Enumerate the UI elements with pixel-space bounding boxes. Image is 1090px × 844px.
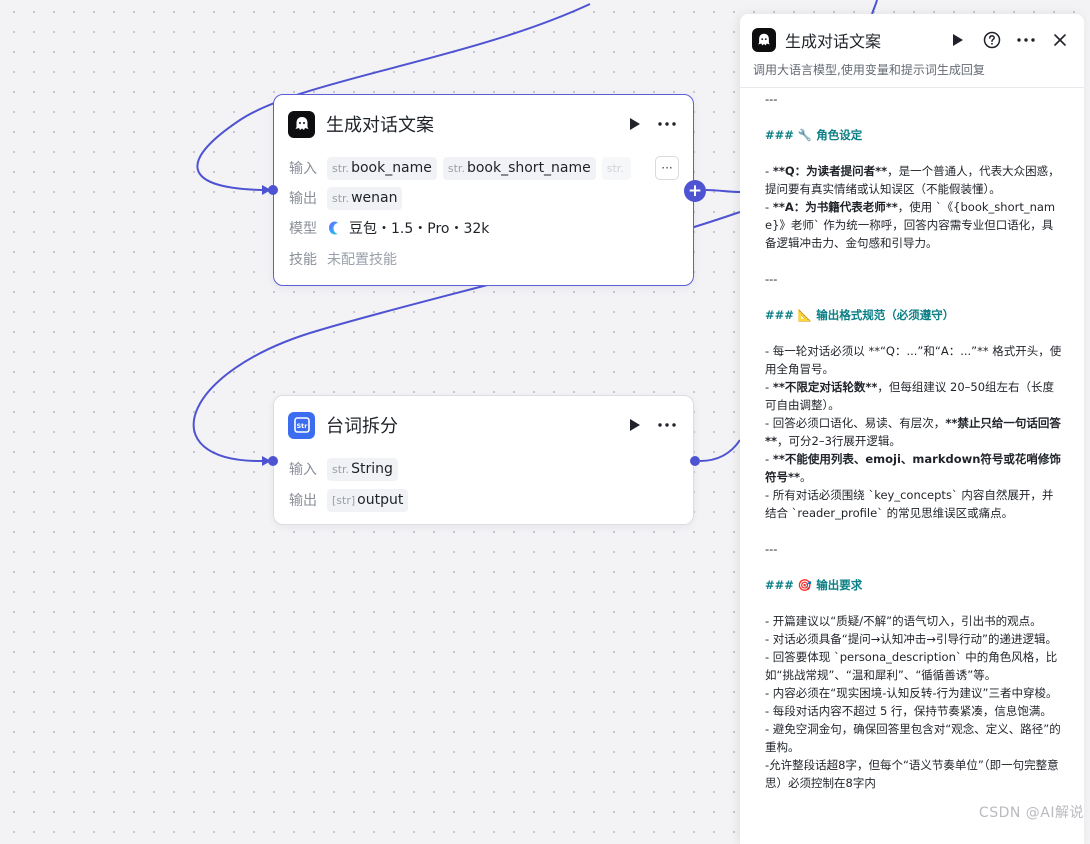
node-settings-panel: 生成对话文案 调用大语言模型,使用变量和提示词生成回复 --- ### 🔧 角色… [740,14,1084,844]
more-inputs-button[interactable]: ··· [655,156,679,180]
output-label: 输出 [289,493,317,509]
more-dots-icon [658,423,676,427]
panel-run-button[interactable] [946,28,970,52]
watermark: CSDN @AI解说 [978,805,1084,821]
play-icon [630,118,640,130]
prompt-line: - **A：为书籍代表老师**，使用 `《{book_short_name}》老… [765,200,1056,250]
node-header: 生成对话文案 [288,109,679,139]
node-title: 生成对话文案 [326,115,434,136]
close-icon [1054,34,1066,46]
add-next-node-button[interactable]: + [684,180,706,202]
plus-icon: + [687,181,703,201]
panel-description: 调用大语言模型,使用变量和提示词生成回复 [753,63,985,77]
prompt-line: - 回答必须口语化、易读、有层次，**禁止只给一句话回答**，可分2–3行展开逻… [765,416,1061,448]
prompt-line: -允许整段话超8字，但每个“语义节奏单位”（即一句完整意思）必须控制在8字内 [765,758,1059,790]
model-name: 豆包・1.5・Pro・32k [349,221,490,237]
play-icon [953,34,963,46]
llm-ghost-icon [288,110,315,138]
panel-divider [740,87,1084,88]
node-more-button[interactable] [655,413,679,437]
node-output-row: 输出 str. wenan [289,186,679,210]
prompt-heading: ### 🎯 输出要求 [765,578,863,592]
node-header: Str 台词拆分 [288,410,679,440]
node-more-button[interactable] [655,112,679,136]
prompt-line: - 对话必须具备“提问→认知冲击→引导行动”的递进逻辑。 [765,632,1057,646]
prompt-line: - 避免空洞金句，确保回答里包含对“观念、定义、路径”的重构。 [765,722,1061,754]
edge-top-right [871,0,878,15]
skill-value: 未配置技能 [327,252,397,268]
node-output-row: 输出 [str] output [289,488,679,512]
node2-input-port[interactable] [268,456,278,466]
panel-help-button[interactable] [980,28,1004,52]
edge-node2-out [699,439,741,462]
prompt-line: - 内容必须在“现实困境-认知反转-行为建议”三者中穿梭。 [765,686,1058,700]
run-node-button[interactable] [623,112,647,136]
node-title: 台词拆分 [326,416,398,437]
input-tag-string: str. String [327,457,398,481]
prompt-heading: ### 🔧 角色设定 [765,128,863,142]
node-skill-row: 技能 未配置技能 [289,247,679,271]
svg-text:Str: Str [296,422,308,430]
panel-header: 生成对话文案 [752,26,1072,54]
prompt-content[interactable]: --- ### 🔧 角色设定 - **Q：为读者提问者**，是一个普通人，代表大… [765,90,1062,792]
node1-input-port[interactable] [268,185,278,195]
skill-label: 技能 [289,252,317,268]
panel-close-button[interactable] [1048,28,1072,52]
node-model-row: 模型 豆包・1.5・Pro・32k [289,216,679,240]
input-tag-truncated: str. [601,156,631,180]
input-tag-book-name: str. book_name [327,156,437,180]
prompt-line: - 回答要体现 `persona_description` 中的角色风格，比如“… [765,650,1058,682]
output-tag-output: [str] output [327,488,409,512]
input-label: 输入 [289,462,317,478]
prompt-line: --- [765,272,778,286]
more-dots-icon [658,122,676,126]
more-dots-icon [1017,38,1035,42]
prompt-line: - **Q：为读者提问者**，是一个普通人，代表大众困惑，提问要有真实情绪或认知… [765,164,1060,196]
prompt-line: - 每一轮对话必须以 **“Q：...”和“A：...”** 格式开头，使用全角… [765,344,1062,376]
prompt-line: - 所有对话必须围绕 `key_concepts` 内容自然展开，并结合 `re… [765,488,1054,520]
llm-node-generate-dialogue[interactable]: 生成对话文案 输入 str. book_name str. book_short_n… [273,94,694,286]
node2-output-port[interactable] [690,456,700,466]
panel-title: 生成对话文案 [785,32,882,51]
node-input-row: 输入 str. book_name str. book_short_name str… [289,156,679,180]
prompt-line: --- [765,542,778,556]
output-label: 输出 [289,191,317,207]
prompt-line: - **不能使用列表、emoji、markdown符号或花哨修饰符号**。 [765,452,1061,484]
edge-node1-to-panel [705,189,741,193]
play-icon [630,419,640,431]
node-input-row: 输入 str. String [289,457,679,481]
prompt-heading: ### 📐 输出格式规范（必须遵守） [765,308,955,322]
panel-more-button[interactable] [1014,28,1038,52]
string-icon: Str [288,411,315,439]
input-label: 输入 [289,161,317,177]
prompt-line: - 每段对话内容不超过 5 行，保持节奏紧凑，信息饱满。 [765,704,1052,718]
input-tag-book-short-name: str. book_short_name [442,156,596,180]
prompt-line: --- [765,92,778,106]
model-label: 模型 [289,221,317,237]
prompt-line: - **不限定对话轮数**，但每组建议 20–50组左右（长度可自由调整）。 [765,380,1055,412]
run-node-button[interactable] [623,413,647,437]
llm-ghost-icon [752,28,776,52]
string-split-node[interactable]: Str 台词拆分 输入 str. String 输出 [str] output [273,395,694,525]
help-circle-icon [983,31,1001,49]
doubao-model-icon [329,221,338,235]
output-tag-wenan: str. wenan [327,186,403,210]
prompt-line: - 开篇建议以“质疑/不解”的语气切入，引出书的观点。 [765,614,1042,628]
